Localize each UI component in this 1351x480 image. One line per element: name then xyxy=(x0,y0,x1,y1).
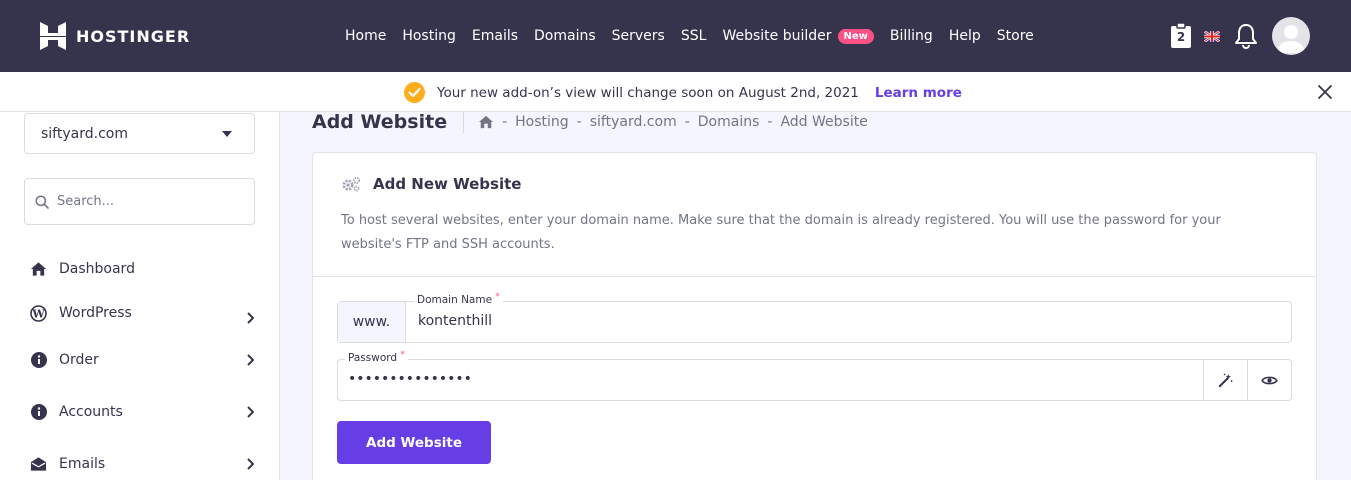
user-silhouette-icon xyxy=(1277,25,1305,53)
cart-button[interactable]: 2 xyxy=(1170,23,1192,49)
home-icon[interactable] xyxy=(478,115,494,129)
www-prefix: www. xyxy=(338,302,406,342)
notice-bar: Your new add-on’s view will change soon … xyxy=(0,72,1351,112)
sidebar-search xyxy=(24,178,255,225)
add-website-card: Add New Website To host several websites… xyxy=(312,152,1317,480)
password-label: Password * xyxy=(345,350,408,364)
top-navbar: HOSTINGER Home Hosting Emails Domains Se… xyxy=(0,0,1351,72)
check-circle-icon xyxy=(404,82,425,103)
title-divider xyxy=(463,111,465,133)
domain-selector-value: siftyard.com xyxy=(41,125,128,142)
search-icon xyxy=(35,194,49,209)
generate-password-button[interactable] xyxy=(1203,360,1247,400)
magic-wand-icon xyxy=(1218,373,1233,387)
breadcrumb-separator: - xyxy=(767,114,773,130)
card-header: Add New Website xyxy=(341,175,521,193)
sidebar-item-wordpress[interactable]: W WordPress xyxy=(30,292,260,334)
nav-servers[interactable]: Servers xyxy=(612,28,665,44)
sidebar: siftyard.com Dashboard W WordPress xyxy=(0,112,280,480)
sidebar-item-emails[interactable]: Emails xyxy=(30,438,260,480)
breadcrumb: - Hosting - siftyard.com - Domains - Add… xyxy=(478,114,868,130)
info-icon xyxy=(30,352,47,369)
nav-help[interactable]: Help xyxy=(949,28,981,44)
add-website-button[interactable]: Add Website xyxy=(337,421,491,464)
nav-emails[interactable]: Emails xyxy=(472,28,518,44)
nav-hosting[interactable]: Hosting xyxy=(402,28,456,44)
required-mark: * xyxy=(495,292,500,302)
svg-text:W: W xyxy=(31,307,45,320)
sidebar-item-accounts[interactable]: Accounts xyxy=(30,386,260,438)
sidebar-item-label: WordPress xyxy=(59,305,132,321)
domain-selector[interactable]: siftyard.com xyxy=(24,113,255,154)
password-field: Password * xyxy=(337,350,1292,401)
nav-billing[interactable]: Billing xyxy=(890,28,933,44)
card-title: Add New Website xyxy=(373,175,522,193)
sidebar-item-label: Order xyxy=(59,352,99,368)
sidebar-item-label: Accounts xyxy=(59,404,123,420)
nav-domains[interactable]: Domains xyxy=(534,28,596,44)
page-title: Add Website xyxy=(312,111,448,133)
password-input[interactable] xyxy=(348,371,1188,387)
sidebar-item-label: Emails xyxy=(59,456,106,472)
breadcrumb-domains[interactable]: Domains xyxy=(698,114,760,130)
main-nav: Home Hosting Emails Domains Servers SSL … xyxy=(345,28,1050,44)
breadcrumb-separator: - xyxy=(502,114,508,130)
nav-store[interactable]: Store xyxy=(997,28,1034,44)
caret-down-icon xyxy=(222,131,232,137)
domain-name-label-text: Domain Name xyxy=(417,294,493,306)
sidebar-menu: Dashboard W WordPress Order Accounts Ema… xyxy=(30,258,260,480)
chevron-right-icon xyxy=(247,406,254,418)
chevron-right-icon xyxy=(247,354,254,366)
eye-icon xyxy=(1261,376,1278,384)
notice-content: Your new add-on’s view will change soon … xyxy=(404,82,962,103)
brand-name: HOSTINGER xyxy=(76,26,191,46)
domain-name-field: www. Domain Name * xyxy=(337,292,1292,343)
search-input[interactable] xyxy=(57,194,237,209)
sidebar-item-dashboard[interactable]: Dashboard xyxy=(30,258,260,280)
info-icon xyxy=(30,404,47,421)
sidebar-item-order[interactable]: Order xyxy=(30,334,260,386)
breadcrumb-domain[interactable]: siftyard.com xyxy=(590,114,677,130)
breadcrumb-hosting[interactable]: Hosting xyxy=(515,114,569,130)
breadcrumb-separator: - xyxy=(684,114,690,130)
chevron-right-icon xyxy=(247,458,254,470)
domain-name-input[interactable] xyxy=(418,313,1278,329)
hostinger-logo[interactable]: HOSTINGER xyxy=(40,22,190,50)
card-description: To host several websites, enter your dom… xyxy=(341,213,1221,252)
uk-flag-icon[interactable] xyxy=(1204,30,1220,42)
home-icon xyxy=(30,261,47,278)
nav-home[interactable]: Home xyxy=(345,28,386,44)
nav-website-builder[interactable]: Website builder New xyxy=(722,28,874,44)
top-right-actions: 2 xyxy=(1170,17,1310,55)
wordpress-icon: W xyxy=(30,304,47,322)
chevron-right-icon xyxy=(247,312,254,324)
close-icon[interactable] xyxy=(1317,84,1333,100)
new-badge: New xyxy=(837,29,874,44)
page-header: Add Website - Hosting - siftyard.com - D… xyxy=(312,111,868,133)
breadcrumb-separator: - xyxy=(576,114,582,130)
hostinger-logo-icon xyxy=(40,22,66,50)
required-mark: * xyxy=(400,350,405,360)
gears-icon xyxy=(342,177,360,192)
envelope-icon xyxy=(30,456,47,473)
breadcrumb-current: Add Website xyxy=(780,114,868,130)
nav-website-builder-label: Website builder xyxy=(722,28,832,44)
bell-icon[interactable] xyxy=(1234,23,1258,49)
nav-ssl[interactable]: SSL xyxy=(681,28,707,44)
password-label-text: Password xyxy=(348,352,398,364)
learn-more-link[interactable]: Learn more xyxy=(875,85,962,101)
cart-count: 2 xyxy=(1176,30,1186,44)
card-divider xyxy=(313,276,1316,277)
show-password-button[interactable] xyxy=(1247,360,1291,400)
domain-name-label: Domain Name * xyxy=(414,292,503,306)
user-avatar[interactable] xyxy=(1272,17,1310,55)
sidebar-item-label: Dashboard xyxy=(59,261,135,277)
notice-text: Your new add-on’s view will change soon … xyxy=(437,84,859,101)
